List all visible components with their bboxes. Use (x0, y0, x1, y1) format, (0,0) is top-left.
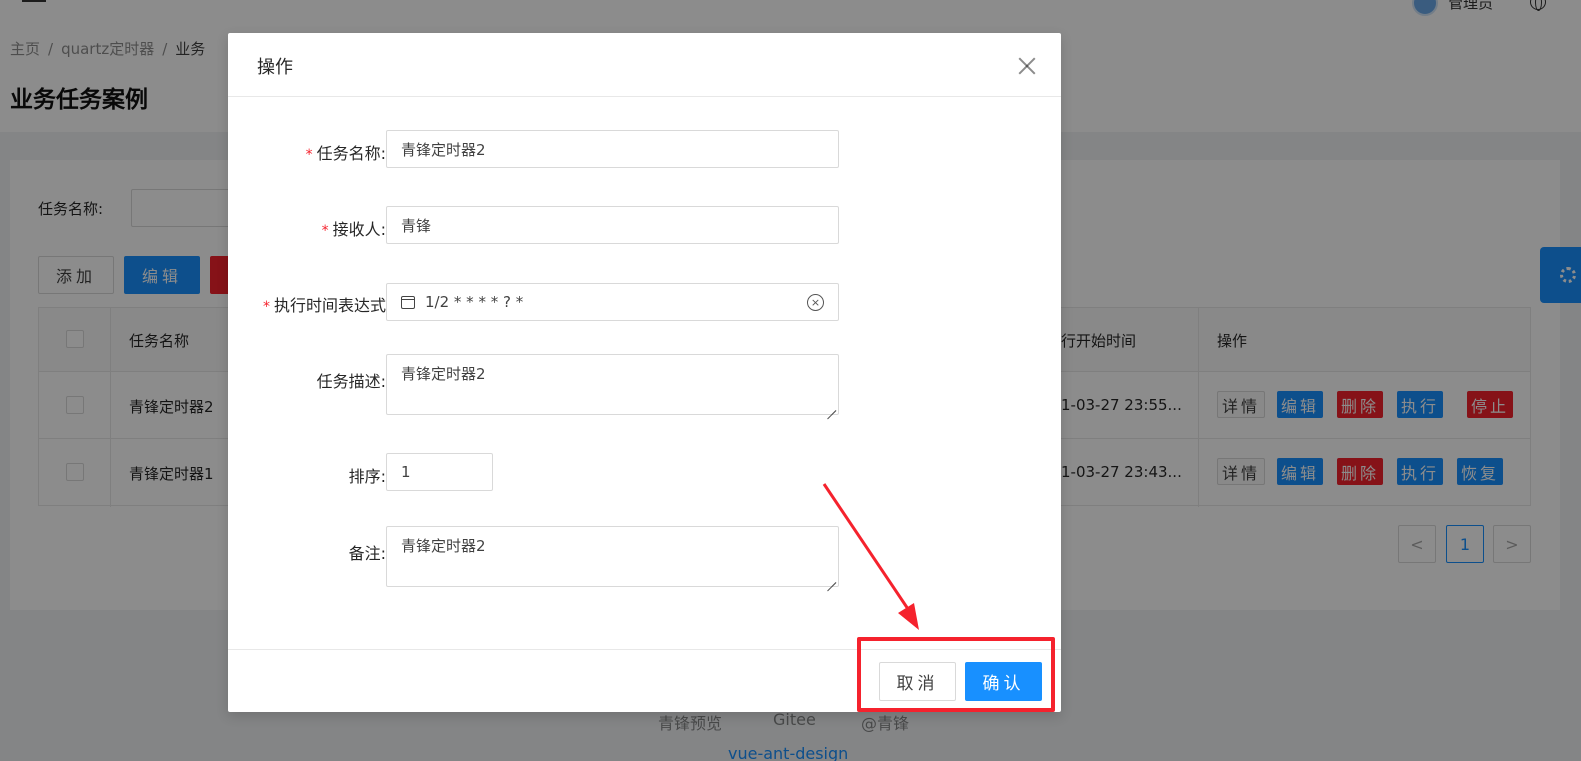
required-mark: * (305, 147, 313, 163)
remark-value: 青锋定时器2 (401, 537, 486, 555)
cron-label: * 执行时间表达式 (262, 296, 386, 315)
description-label: 任务描述: (316, 372, 386, 391)
order-label: 排序: (348, 467, 386, 486)
required-mark: * (321, 223, 329, 239)
modal-header: 操作 (228, 33, 1061, 97)
resize-handle-icon[interactable] (826, 574, 836, 584)
task-name-label: * 任务名称: (305, 144, 386, 163)
close-icon[interactable] (1016, 55, 1038, 77)
task-name-input[interactable]: 青锋定时器2 (386, 130, 839, 168)
description-value: 青锋定时器2 (401, 365, 486, 383)
required-mark: * (262, 299, 270, 315)
cron-expression-input[interactable]: 1/2 * * * * ? * × (386, 283, 839, 321)
receiver-input[interactable]: 青锋 (386, 206, 839, 244)
clear-icon[interactable]: × (807, 294, 824, 311)
remark-textarea[interactable]: 青锋定时器2 (386, 526, 839, 587)
calendar-icon (401, 295, 415, 309)
description-textarea[interactable]: 青锋定时器2 (386, 354, 839, 415)
cron-value: 1/2 * * * * ? * (425, 293, 524, 311)
order-input[interactable]: 1 (386, 453, 493, 491)
receiver-label: * 接收人: (321, 220, 386, 239)
modal-title: 操作 (257, 57, 293, 78)
operation-modal: 操作 * 任务名称: 青锋定时器2 * 接收人: 青锋 * 执行时间表达式 1/2 *… (228, 33, 1061, 712)
remark-label: 备注: (348, 544, 386, 563)
resize-handle-icon[interactable] (826, 402, 836, 412)
annotation-highlight-box (857, 637, 1055, 712)
